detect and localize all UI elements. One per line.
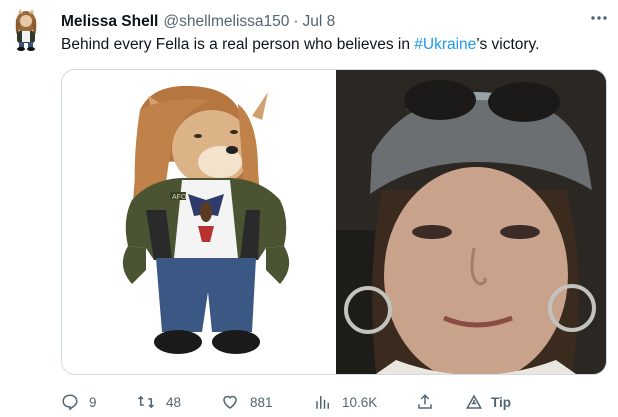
like-button[interactable]: 881 [220, 391, 273, 413]
like-icon [223, 395, 237, 409]
tip-icon [465, 394, 483, 409]
retweet-button[interactable]: 48 [136, 391, 181, 413]
tweet-header: Melissa Shell @shellmelissa150 · Jul 8 [61, 12, 335, 32]
tweet-text: Behind every Fella is a real person who … [61, 35, 539, 55]
tip-button[interactable]: Tip [465, 391, 511, 413]
like-count: 881 [250, 394, 273, 410]
views-button[interactable]: 10.6K [314, 391, 377, 413]
avatar[interactable] [9, 9, 43, 51]
share-icon [418, 394, 432, 409]
more-icon [591, 16, 607, 20]
reply-count: 9 [89, 394, 97, 410]
tip-label: Tip [491, 394, 511, 410]
media-image-photo[interactable] [336, 70, 606, 374]
tweet-text-after: ’s victory. [476, 36, 540, 53]
media-grid: AFO [61, 69, 607, 375]
hashtag-link[interactable]: #Ukraine [414, 36, 476, 53]
reply-button[interactable]: 9 [61, 391, 97, 413]
user-handle[interactable]: @shellmelissa150 [163, 13, 289, 31]
tweet-text-before: Behind every Fella is a real person who … [61, 36, 415, 53]
share-button[interactable] [416, 391, 434, 413]
more-button[interactable] [588, 8, 610, 28]
views-icon [316, 396, 329, 409]
action-bar: 9 48 881 10.6K Tip [61, 391, 511, 413]
views-count: 10.6K [342, 394, 378, 410]
retweet-count: 48 [166, 394, 182, 410]
display-name[interactable]: Melissa Shell [61, 13, 158, 31]
jacket-badge-text: AFO [172, 194, 187, 201]
tweet-card[interactable]: Melissa Shell @shellmelissa150 · Jul 8 B… [0, 0, 618, 417]
separator: · [293, 13, 299, 30]
tweet-date[interactable]: Jul 8 [303, 13, 336, 31]
media-image-cartoon[interactable]: AFO [62, 70, 335, 374]
retweet-icon [137, 395, 155, 409]
reply-icon [62, 394, 78, 411]
